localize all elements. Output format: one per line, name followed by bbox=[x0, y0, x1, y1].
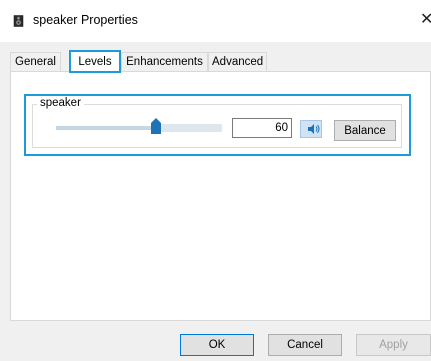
ok-button[interactable]: OK bbox=[180, 334, 254, 356]
speaker-icon bbox=[13, 15, 25, 27]
balance-button[interactable]: Balance bbox=[334, 120, 396, 141]
close-button[interactable]: ✕ bbox=[420, 10, 431, 30]
tab-strip: General Levels Enhancements Advanced bbox=[10, 50, 431, 73]
cancel-button[interactable]: Cancel bbox=[268, 334, 342, 356]
volume-slider-remaining bbox=[156, 124, 222, 132]
volume-slider-thumb[interactable] bbox=[151, 118, 161, 134]
window-title: speaker Properties bbox=[33, 13, 138, 27]
tab-enhancements[interactable]: Enhancements bbox=[121, 52, 208, 72]
volume-slider-track[interactable] bbox=[56, 121, 222, 135]
speaker-volume-icon bbox=[307, 123, 320, 135]
tab-general[interactable]: General bbox=[10, 52, 61, 72]
apply-button[interactable]: Apply bbox=[356, 334, 431, 356]
level-group-label: speaker bbox=[37, 97, 84, 109]
mute-button[interactable] bbox=[300, 120, 322, 138]
title-bar: speaker Properties ✕ bbox=[0, 0, 431, 42]
tab-advanced[interactable]: Advanced bbox=[208, 52, 267, 72]
tab-levels[interactable]: Levels bbox=[69, 50, 121, 73]
volume-level-input[interactable] bbox=[232, 118, 292, 138]
volume-slider-fill bbox=[56, 126, 156, 130]
